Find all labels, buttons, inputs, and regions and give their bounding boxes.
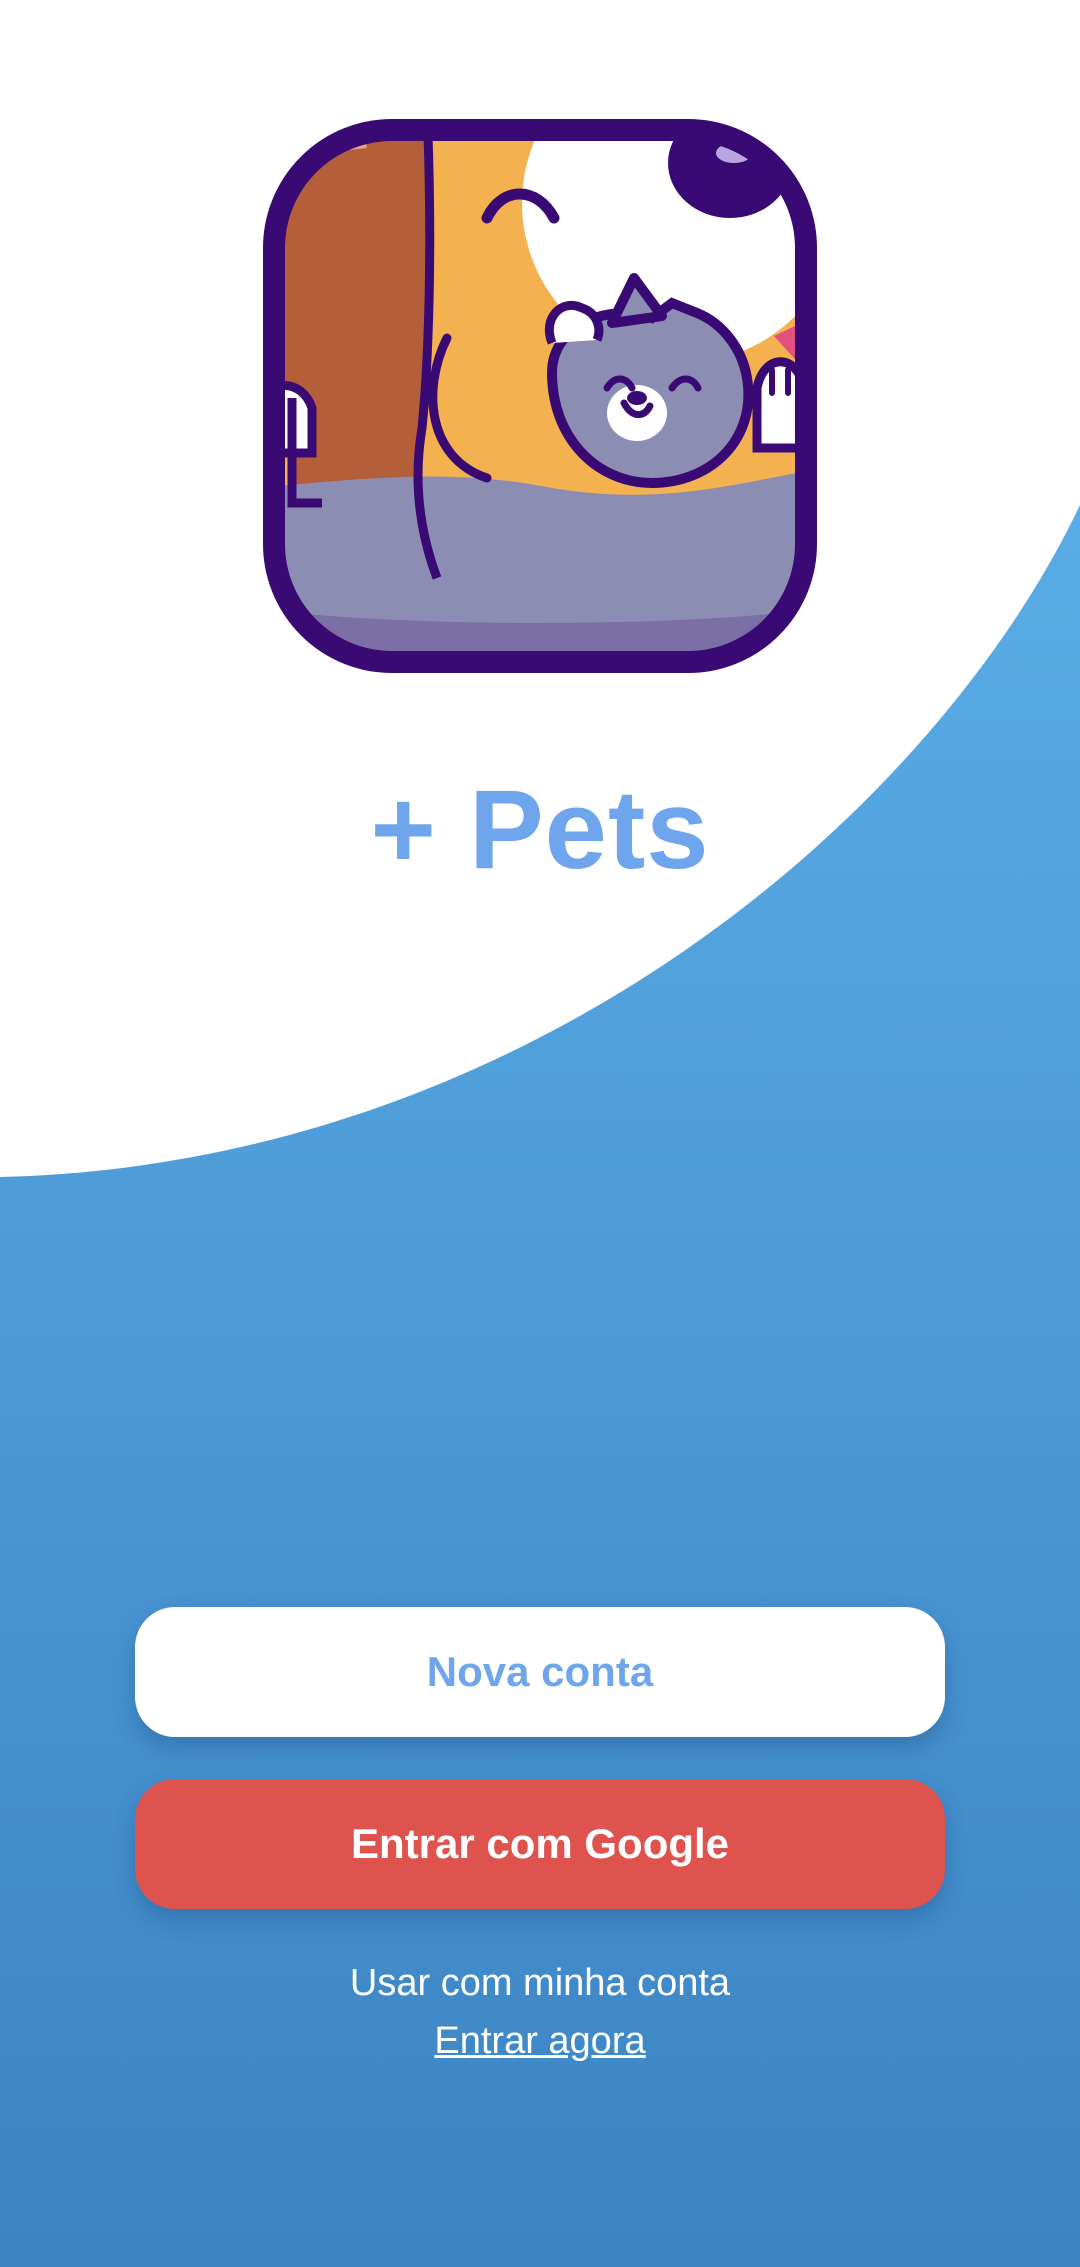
new-account-label: Nova conta (426, 1648, 654, 1695)
enter-now-container: Entrar agora (0, 2013, 1080, 2069)
new-account-button[interactable]: Nova conta (135, 1607, 945, 1737)
enter-now-link[interactable]: Entrar agora (434, 2020, 645, 2062)
google-sign-in-label: Entrar com Google (350, 1820, 730, 1867)
google-sign-in-button[interactable]: Entrar com Google (135, 1779, 945, 1909)
welcome-screen: + Pets Nova conta Entrar com Google Usar… (0, 0, 1080, 2267)
own-account-text: Usar com minha conta (349, 1962, 731, 2004)
dog-and-cat-logo-icon (263, 119, 817, 673)
app-title: + Pets (370, 767, 710, 892)
